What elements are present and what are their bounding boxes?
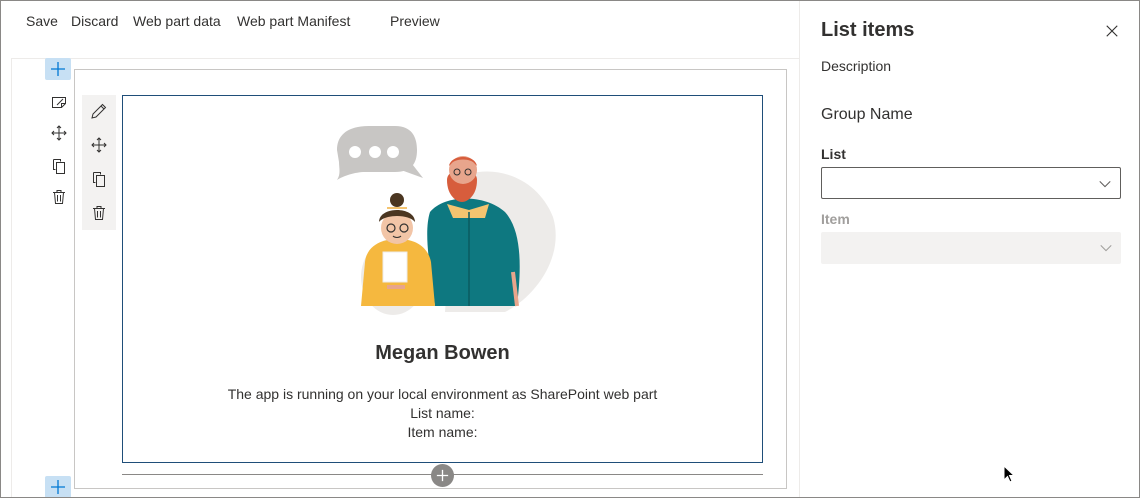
canvas-left-border (11, 58, 12, 497)
move-webpart-button[interactable] (82, 130, 116, 160)
group-name-heading: Group Name (821, 106, 913, 123)
move-icon (91, 137, 107, 153)
copy-icon (93, 172, 105, 187)
edit-section-icon (52, 97, 66, 108)
plus-icon (436, 469, 449, 482)
list-dropdown[interactable] (821, 167, 1121, 199)
property-pane: List items Description Group Name List I… (799, 1, 1139, 497)
webpart-description: The app is running on your local environ… (227, 386, 658, 402)
pane-title: List items (821, 19, 915, 41)
edit-webpart-button[interactable] (82, 96, 116, 126)
duplicate-webpart-button[interactable] (82, 164, 116, 194)
webpart-toolbar (82, 95, 116, 230)
pencil-icon (91, 103, 107, 119)
mouse-cursor-icon (1003, 465, 1015, 483)
add-section-top-button[interactable] (45, 58, 71, 80)
webpart-container[interactable]: Megan Bowen The app is running on your l… (122, 95, 763, 463)
close-pane-button[interactable] (1102, 21, 1122, 41)
plus-icon (51, 480, 65, 494)
web-part-data-button[interactable]: Web part data (133, 13, 221, 29)
item-dropdown (821, 232, 1121, 264)
move-icon (51, 125, 67, 141)
duplicate-section-button[interactable] (45, 155, 73, 177)
add-webpart-button[interactable] (431, 464, 454, 487)
list-label: List (821, 146, 846, 162)
add-section-bottom-button[interactable] (45, 476, 71, 497)
chevron-down-icon (1100, 245, 1112, 252)
plus-icon (51, 62, 65, 76)
edit-section-button[interactable] (45, 91, 73, 113)
webpart-title: Megan Bowen (375, 342, 510, 364)
welcome-illustration (337, 126, 556, 315)
discard-button[interactable]: Discard (71, 13, 118, 29)
close-icon (1106, 25, 1118, 37)
workbench-toolbar: Save Discard Web part data Web part Mani… (1, 1, 799, 43)
list-name-text: List name: (410, 405, 475, 421)
item-name-text: Item name: (407, 424, 478, 440)
web-part-manifest-button[interactable]: Web part Manifest (237, 13, 350, 29)
delete-section-button[interactable] (45, 186, 73, 208)
workbench-window: Save Discard Web part data Web part Mani… (0, 0, 1140, 498)
item-label: Item (821, 211, 850, 227)
delete-webpart-button[interactable] (82, 198, 116, 228)
preview-button[interactable]: Preview (390, 13, 440, 29)
pane-description: Description (821, 58, 892, 74)
copy-icon (53, 159, 65, 174)
chevron-down-icon (1099, 181, 1111, 188)
canvas-top-border (11, 58, 799, 59)
move-section-button[interactable] (45, 122, 73, 144)
trash-icon (93, 206, 105, 220)
save-button[interactable]: Save (26, 13, 58, 29)
trash-icon (53, 190, 65, 204)
